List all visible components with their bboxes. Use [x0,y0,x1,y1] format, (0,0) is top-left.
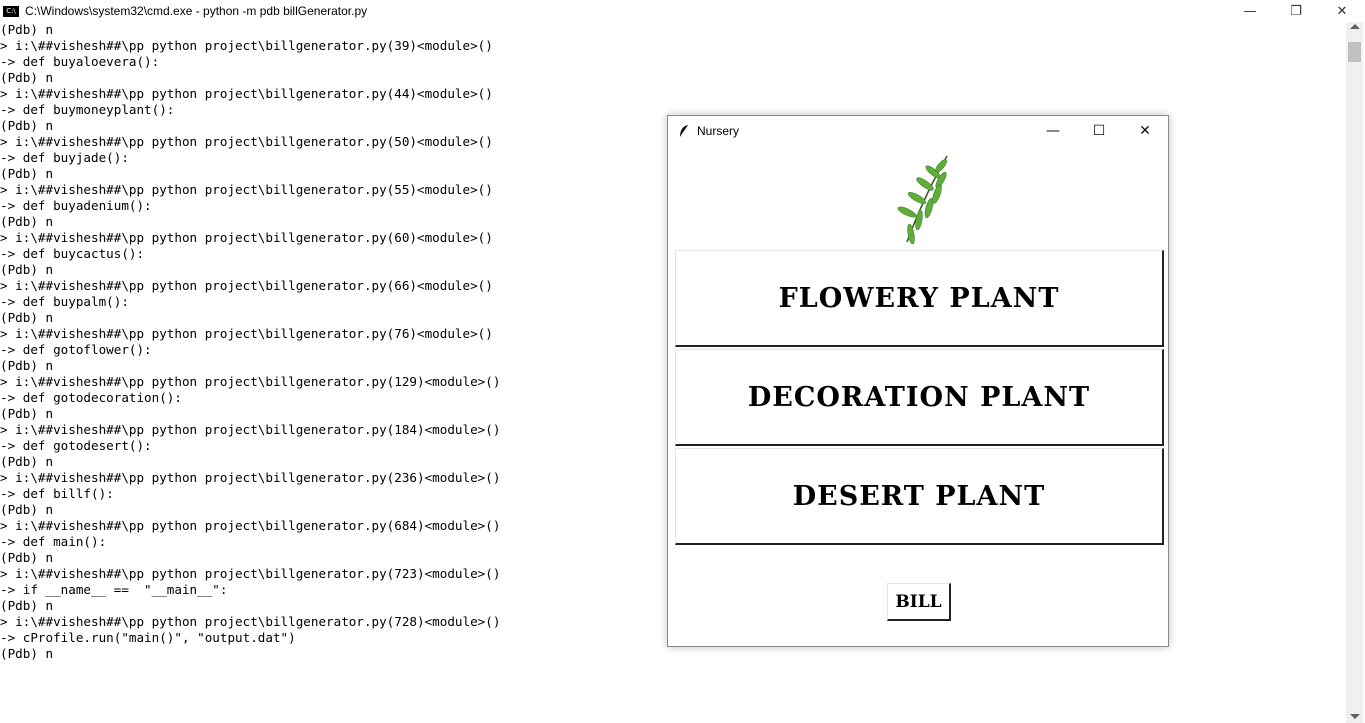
desert-plant-button[interactable]: DESERT PLANT [675,448,1164,545]
console-line: > i:\##vishesh##\pp python project\billg… [0,86,493,101]
console-line: (Pdb) n [0,70,54,85]
scroll-thumb[interactable] [1348,42,1361,62]
bill-button[interactable]: BILL [887,583,951,621]
leaf-branch-icon [897,155,948,245]
console-restore-button[interactable]: ❐ [1273,0,1319,22]
nursery-window-controls: — ☐ ✕ [1030,116,1168,145]
scroll-down-arrow-icon[interactable] [1350,714,1360,719]
console-minimize-button[interactable]: — [1227,0,1273,22]
cmd-app-icon: C:\ [3,5,19,17]
console-line: > i:\##vishesh##\pp python project\billg… [0,38,493,53]
console-title: C:\Windows\system32\cmd.exe - python -m … [25,4,368,18]
tk-feather-icon [680,124,688,137]
nursery-minimize-button[interactable]: — [1030,116,1076,145]
console-line: -> def buyaloevera(): [0,54,160,69]
nursery-window-title: Nursery [697,123,740,138]
console-close-button[interactable]: ✕ [1319,0,1365,22]
console-line: (Pdb) n [0,646,54,661]
flowery-plant-button[interactable]: FLOWERY PLANT [675,250,1164,347]
nursery-close-button[interactable]: ✕ [1122,116,1168,145]
console-line: (Pdb) n [0,22,54,37]
console-scrollbar[interactable] [1346,22,1363,723]
nursery-window: Nursery — ☐ ✕ FLOWERY PLANT DECORATION P… [667,115,1169,647]
scroll-up-arrow-icon[interactable] [1350,24,1360,29]
decoration-plant-button[interactable]: DECORATION PLANT [675,349,1164,446]
console-titlebar: C:\ C:\Windows\system32\cmd.exe - python… [0,0,1365,22]
console-window-controls: — ❐ ✕ [1227,0,1365,22]
nursery-titlebar: Nursery — ☐ ✕ [668,116,1168,145]
nursery-maximize-button[interactable]: ☐ [1076,116,1122,145]
